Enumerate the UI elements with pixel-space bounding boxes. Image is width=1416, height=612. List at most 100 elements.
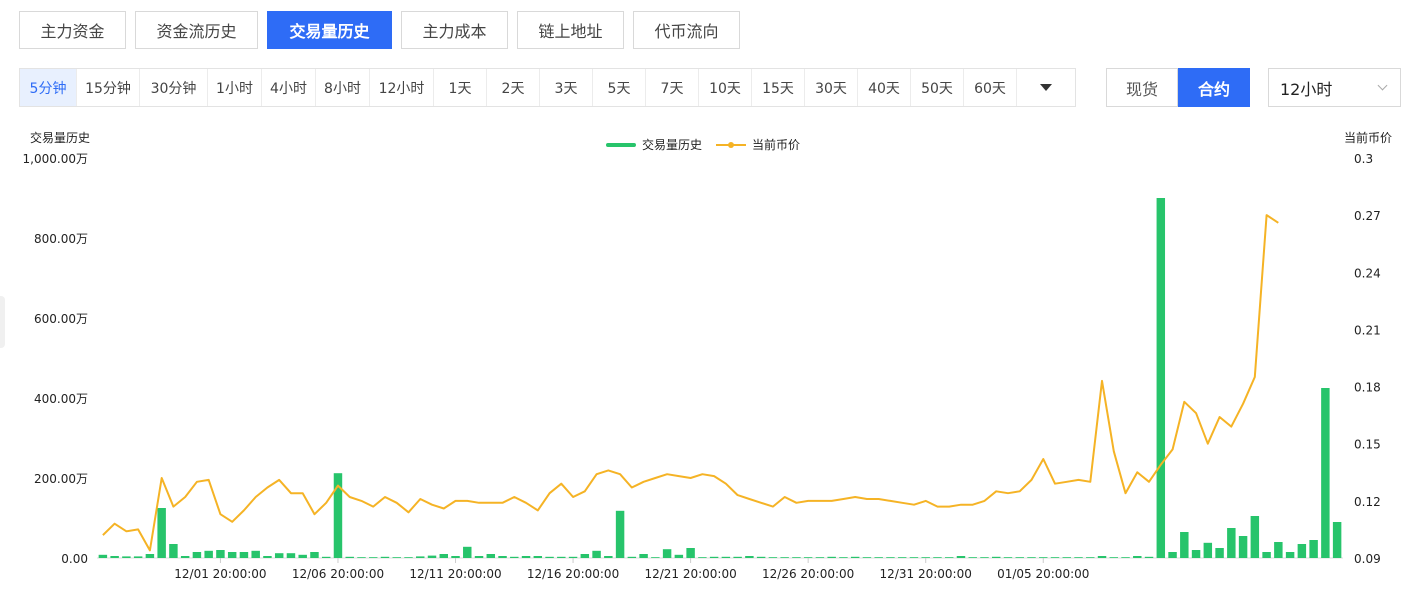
volume-bar — [827, 556, 836, 558]
y-right-tick-label: 0.12 — [1354, 495, 1381, 509]
x-tick-label: 12/06 20:00:00 — [292, 567, 384, 581]
volume-bar — [756, 556, 766, 558]
volume-bar — [604, 556, 613, 558]
volume-bar — [1015, 557, 1024, 558]
volume-bar — [310, 552, 319, 558]
volume-bar — [180, 556, 190, 558]
y-right-tick-label: 0.21 — [1354, 323, 1381, 337]
volume-bar — [157, 508, 166, 558]
volume-bar — [721, 556, 731, 558]
volume-bar — [1285, 552, 1295, 558]
volume-bar — [298, 554, 307, 558]
volume-bar — [1133, 556, 1142, 558]
volume-bar — [627, 556, 637, 558]
volume-bar — [792, 557, 801, 558]
volume-bar — [439, 554, 448, 558]
volume-bar — [392, 557, 401, 558]
volume-bar — [380, 556, 390, 558]
volume-bar — [1180, 532, 1189, 558]
volume-bar — [345, 556, 354, 558]
volume-bar — [1039, 557, 1048, 558]
y-left-tick-label: 800.00万 — [34, 232, 88, 246]
y-left-tick-label: 200.00万 — [34, 472, 88, 486]
volume-bar — [992, 556, 1001, 558]
x-tick-label: 12/31 20:00:00 — [880, 567, 972, 581]
volume-bar — [1309, 540, 1318, 558]
volume-bar — [580, 554, 590, 558]
volume-bar — [1262, 552, 1271, 558]
volume-bar — [909, 557, 919, 558]
volume-bar — [745, 556, 754, 558]
volume-bar — [1297, 544, 1307, 558]
x-tick-label: 12/11 20:00:00 — [409, 567, 501, 581]
volume-bar — [1274, 542, 1283, 558]
volume-bar — [1050, 557, 1060, 558]
volume-bar — [639, 554, 648, 558]
y-right-tick-label: 0.15 — [1354, 438, 1381, 452]
volume-price-chart: 0.00 200.00万 400.00万 600.00万 800.00万 1,000.00… — [23, 152, 1381, 581]
volume-bar — [780, 557, 789, 558]
volume-bar — [1144, 556, 1154, 558]
volume-bar — [498, 556, 507, 558]
volume-bar — [474, 556, 484, 558]
volume-bar — [709, 556, 719, 558]
volume-bar — [463, 546, 472, 558]
volume-bar — [1121, 557, 1130, 558]
y-left-tick-label: 600.00万 — [34, 312, 88, 326]
volume-bar — [1156, 198, 1166, 558]
volume-bar — [662, 549, 672, 558]
volume-bar — [239, 552, 249, 558]
volume-bar — [369, 557, 378, 558]
price-line — [102, 214, 1279, 552]
volume-bar — [803, 557, 813, 558]
volume-bar — [1191, 550, 1201, 558]
volume-bar — [204, 550, 213, 558]
x-tick-label: 12/26 20:00:00 — [762, 567, 854, 581]
volume-bar — [980, 557, 989, 558]
volume-bar — [451, 556, 460, 558]
volume-bar — [216, 550, 225, 558]
volume-bar — [968, 557, 977, 558]
volume-bar — [686, 548, 695, 558]
volume-bar — [533, 556, 543, 558]
volume-bar — [921, 557, 930, 558]
volume-bar — [274, 553, 284, 558]
y-right-tick-label: 0.09 — [1354, 552, 1381, 566]
volume-bar — [1203, 542, 1213, 558]
volume-bar — [592, 550, 601, 558]
y-right-tick-label: 0.27 — [1354, 209, 1381, 223]
volume-bar — [850, 556, 860, 558]
volume-bar — [1003, 557, 1013, 558]
volume-bar — [568, 556, 578, 558]
volume-bar — [1109, 557, 1119, 558]
volume-bar — [862, 557, 872, 558]
volume-bar — [416, 556, 425, 558]
volume-bar — [122, 556, 131, 558]
volume-bar — [321, 556, 331, 558]
volume-bar — [944, 557, 954, 558]
volume-bar — [933, 557, 942, 558]
volume-bar — [192, 552, 202, 558]
volume-bar — [1321, 388, 1330, 558]
volume-bar — [263, 556, 272, 558]
volume-bar — [874, 557, 883, 558]
volume-bar — [357, 557, 366, 558]
x-tick-label: 12/16 20:00:00 — [527, 567, 619, 581]
x-tick-label: 12/01 20:00:00 — [174, 567, 266, 581]
volume-bar — [510, 556, 519, 558]
volume-bar — [1215, 548, 1224, 558]
volume-bar — [615, 510, 625, 558]
volume-bar — [651, 557, 660, 558]
volume-bar — [1027, 557, 1036, 558]
y-left-tick-label: 1,000.00万 — [23, 152, 88, 166]
volume-bar — [886, 557, 895, 558]
x-tick-label: 01/05 20:00:00 — [997, 567, 1089, 581]
volume-bar — [1332, 522, 1342, 558]
volume-bar — [110, 556, 119, 558]
volume-bar — [145, 554, 155, 558]
x-tick-label: 12/21 20:00:00 — [644, 567, 736, 581]
y-left-tick-label: 0.00 — [61, 552, 88, 566]
y-left-tick-label: 400.00万 — [34, 392, 88, 406]
volume-bar — [768, 557, 778, 558]
volume-bar — [557, 556, 566, 558]
